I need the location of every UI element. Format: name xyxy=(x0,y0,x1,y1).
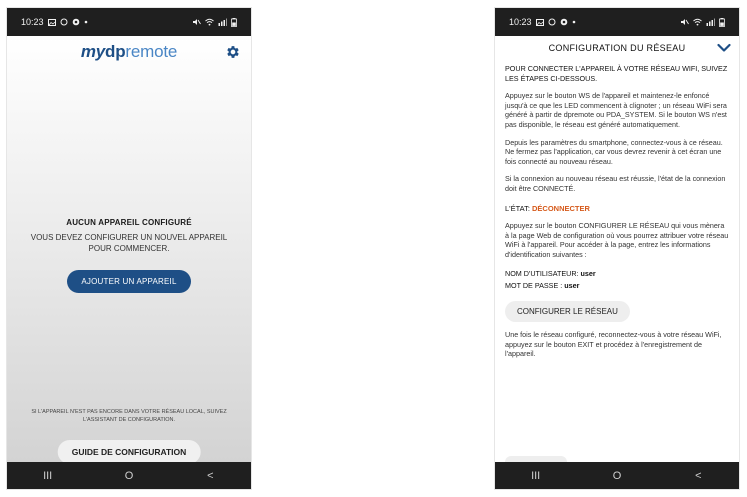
add-device-button[interactable]: AJOUTER UN APPAREIL xyxy=(67,270,191,293)
signal-icon xyxy=(706,18,715,26)
config-instructions: POUR CONNECTER L'APPAREIL À VOTRE RÉSEAU… xyxy=(495,60,739,359)
recents-button[interactable]: III xyxy=(516,470,556,482)
recents-icon: III xyxy=(531,469,541,482)
phone-screen-network-config: 10:23 CONFIGURATION DU RÉSEAU POUR CONNE… xyxy=(495,8,739,489)
configure-network-button[interactable]: CONFIGURER LE RÉSEAU xyxy=(505,300,630,323)
back-button[interactable]: < xyxy=(190,470,230,482)
gear-icon[interactable] xyxy=(225,44,241,60)
home-content: mydpremote AUCUN APPAREIL CONFIGURÉ VOUS… xyxy=(7,36,251,464)
logo-part-dp: dp xyxy=(105,42,126,61)
setup-hint-text: SI L'APPAREIL N'EST PAS ENCORE DANS VOTR… xyxy=(31,409,227,423)
recents-button[interactable]: III xyxy=(28,470,68,482)
instruction-step-5: Une fois le réseau configuré, reconnecte… xyxy=(505,330,722,359)
sync-icon xyxy=(60,18,68,26)
logo-part-remote: remote xyxy=(125,42,178,61)
empty-state-title: AUCUN APPAREIL CONFIGURÉ xyxy=(66,218,192,227)
mute-icon xyxy=(193,19,201,25)
back-icon: < xyxy=(695,469,702,482)
instruction-step-4: Appuyez sur le bouton CONFIGURER LE RÉSE… xyxy=(505,221,729,259)
status-bar: 10:23 xyxy=(495,8,739,36)
page-title: CONFIGURATION DU RÉSEAU xyxy=(548,43,686,53)
back-icon: < xyxy=(207,469,214,482)
record-icon xyxy=(560,18,567,26)
logo-part-my: my xyxy=(80,42,106,61)
password-label: MOT DE PASSE : xyxy=(505,281,563,291)
status-bar: 10:23 xyxy=(7,8,251,36)
status-time: 10:23 xyxy=(21,17,44,27)
battery-icon xyxy=(231,17,237,27)
sync-icon xyxy=(548,18,556,26)
nav-bar: III O < xyxy=(495,462,739,489)
signal-icon xyxy=(218,18,227,26)
app-header: mydpremote xyxy=(7,36,251,68)
recents-icon: III xyxy=(43,469,53,482)
username-row: NOM D'UTILISATEUR: user xyxy=(505,269,729,279)
gallery-icon xyxy=(47,18,56,26)
config-header: CONFIGURATION DU RÉSEAU xyxy=(495,36,739,60)
status-time: 10:23 xyxy=(509,17,532,27)
username-label: NOM D'UTILISATEUR: xyxy=(505,268,579,278)
connection-state-value: DÉCONNECTER xyxy=(532,203,590,213)
connection-state-label: L'ÉTAT: xyxy=(505,203,530,213)
empty-state: AUCUN APPAREIL CONFIGURÉ VOUS DEVEZ CONF… xyxy=(7,218,251,293)
instruction-step-3: Si la connexion au nouveau réseau est ré… xyxy=(505,174,726,193)
back-button[interactable]: < xyxy=(678,470,718,482)
config-intro: POUR CONNECTER L'APPAREIL À VOTRE RÉSEAU… xyxy=(505,64,728,83)
home-icon: O xyxy=(124,469,134,482)
phone-screen-home: 10:23 mydpremote AUCUN APPAREIL CONFIGUR… xyxy=(7,8,251,489)
battery-icon xyxy=(719,17,725,27)
instruction-step-1: Appuyez sur le bouton WS de l'appareil e… xyxy=(505,91,727,129)
home-icon: O xyxy=(612,469,622,482)
nav-bar: III O < xyxy=(7,462,251,489)
home-button[interactable]: O xyxy=(109,470,149,482)
wifi-icon xyxy=(205,18,214,26)
setup-guide-button[interactable]: GUIDE DE CONFIGURATION xyxy=(57,440,201,464)
gallery-icon xyxy=(535,18,544,26)
wifi-icon xyxy=(693,18,702,26)
mute-icon xyxy=(681,19,689,25)
empty-state-subtitle: VOUS DEVEZ CONFIGURER UN NOUVEL APPAREIL… xyxy=(30,233,228,253)
password-row: MOT DE PASSE : user xyxy=(505,281,729,291)
username-value: user xyxy=(580,268,596,278)
record-icon xyxy=(72,18,79,26)
app-logo: mydpremote xyxy=(81,42,177,62)
instruction-step-2: Depuis les paramètres du smartphone, con… xyxy=(505,137,723,166)
dot-icon xyxy=(572,20,575,24)
chevron-down-icon[interactable] xyxy=(717,42,731,54)
network-config-content: CONFIGURATION DU RÉSEAU POUR CONNECTER L… xyxy=(495,36,739,462)
connection-state: L'ÉTAT: DÉCONNECTER xyxy=(505,204,729,214)
dot-icon xyxy=(84,20,87,24)
password-value: user xyxy=(564,281,580,291)
home-button[interactable]: O xyxy=(597,470,637,482)
